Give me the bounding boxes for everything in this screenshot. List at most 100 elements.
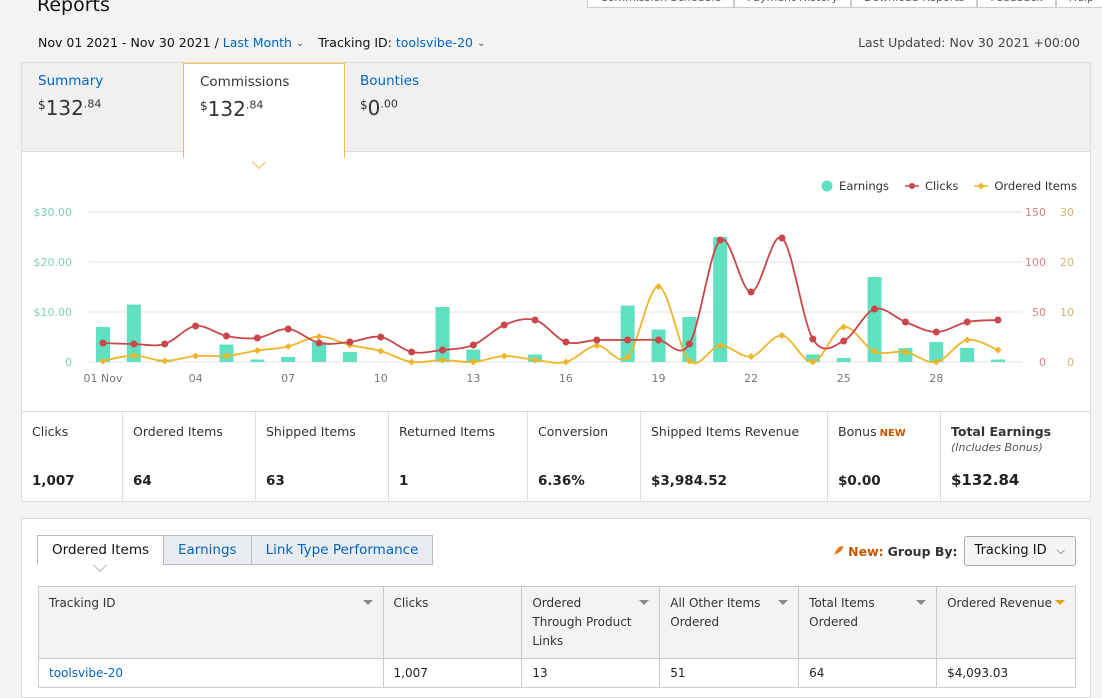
filter-row: Nov 01 2021 - Nov 30 2021 / Last Month ⌄ … xyxy=(38,35,1080,53)
clicks-point xyxy=(99,339,107,347)
payment-history-tab[interactable]: Payment History xyxy=(734,0,851,8)
stat-value: 64 xyxy=(133,473,152,489)
ordered-items-point xyxy=(963,336,971,344)
tab-earnings[interactable]: Earnings xyxy=(163,535,252,565)
clicks-point xyxy=(562,338,570,346)
commissions-tab-label: Commissions xyxy=(200,74,290,90)
ordered-items-point xyxy=(408,358,416,366)
group-by-select[interactable]: Tracking ID ⌵ xyxy=(963,536,1076,566)
clicks-point xyxy=(685,340,693,348)
page-title: Reports xyxy=(37,0,110,16)
legend-ordered-items[interactable]: Ordered Items xyxy=(974,179,1077,193)
y-right-ordered-tick-label: 30 xyxy=(1060,206,1074,219)
clicks-point xyxy=(624,336,632,344)
table-row: toolsvibe-20 1,007 13 51 64 $4,093.03 xyxy=(38,658,1076,688)
commissions-amount: $132.84 xyxy=(200,97,264,121)
stat-sublabel: (Includes Bonus) xyxy=(951,441,1043,454)
ordered-items-point xyxy=(253,347,261,354)
earnings-bar xyxy=(651,329,666,362)
x-tick-label: 07 xyxy=(281,372,295,385)
col-header-ordered-through[interactable]: Ordered Through Product Links xyxy=(521,586,661,659)
cell-ordered-revenue: $4,093.03 xyxy=(936,658,1076,688)
stat-value: $0.00 xyxy=(838,473,881,489)
clicks-point xyxy=(469,341,477,349)
tracking-id-dropdown[interactable]: toolsvibe-20 ⌄ xyxy=(396,35,485,50)
stat-value: $132.84 xyxy=(951,471,1020,489)
clicks-legend-marker xyxy=(904,183,919,189)
tab-bounties[interactable]: Bounties $0.00 xyxy=(344,63,505,152)
stat-label: Clicks xyxy=(32,424,69,439)
x-tick-label: 01 Nov xyxy=(84,372,123,385)
legend-clicks[interactable]: Clicks xyxy=(904,179,959,193)
col-header-clicks[interactable]: Clicks xyxy=(382,586,523,659)
col-header-ordered-revenue[interactable]: Ordered Revenue xyxy=(936,586,1076,659)
clicks-point xyxy=(408,348,416,356)
chevron-down-icon: ⌄ xyxy=(476,38,486,49)
tab-summary[interactable]: Summary $132.84 xyxy=(22,63,183,152)
clicks-point xyxy=(593,336,601,344)
help-tab[interactable]: Help xyxy=(1055,0,1102,8)
period-label: Last Month xyxy=(222,35,292,50)
earnings-bar xyxy=(960,348,975,362)
bounties-amount: $0.00 xyxy=(360,96,398,120)
stat-value: $3,984.52 xyxy=(651,473,728,489)
chart-legend: Earnings Clicks Ordered Items xyxy=(821,179,1077,193)
tracking-label: Tracking ID: xyxy=(318,35,392,50)
x-tick-label: 04 xyxy=(189,372,203,385)
tracking-id-value: toolsvibe-20 xyxy=(395,35,473,50)
ordered-items-point xyxy=(747,353,755,360)
stats-row: Clicks 1,007 Ordered Items 64 Shipped It… xyxy=(22,411,1090,502)
stat-shipped-items: Shipped Items 63 xyxy=(256,412,389,502)
x-tick-label: 22 xyxy=(744,372,758,385)
ordered-items-point xyxy=(994,346,1002,354)
date-range: Nov 01 2021 - Nov 30 2021 xyxy=(38,35,211,50)
period-dropdown[interactable]: Last Month ⌄ xyxy=(223,35,305,50)
stat-label: Bonus NEW xyxy=(838,424,906,439)
tracking-id-link[interactable]: toolsvibe-20 xyxy=(38,658,384,688)
stat-label: Conversion xyxy=(538,424,609,439)
feedback-tab[interactable]: Feedback xyxy=(977,0,1056,8)
chevron-down-icon: ⌵ xyxy=(1056,544,1065,557)
report-table: Tracking ID Clicks Ordered Through Produ… xyxy=(38,586,1076,688)
legend-earnings[interactable]: Earnings xyxy=(821,179,889,193)
commission-schedule-tab[interactable]: Commission Schedule xyxy=(587,0,735,8)
clicks-point xyxy=(932,328,940,336)
cell-all-other: 51 xyxy=(659,658,800,688)
col-header-tracking-id[interactable]: Tracking ID xyxy=(38,586,384,659)
legend-clicks-label: Clicks xyxy=(924,179,959,193)
clicks-point xyxy=(871,305,879,313)
new-label: New: xyxy=(848,543,884,559)
stat-shipped-revenue: Shipped Items Revenue $3,984.52 xyxy=(641,412,828,502)
clicks-point xyxy=(963,318,971,326)
ordered-items-point xyxy=(778,332,786,339)
clicks-point xyxy=(253,334,261,342)
ordered-items-line xyxy=(102,285,999,365)
earnings-bar xyxy=(682,317,697,362)
download-reports-tab[interactable]: Download Reports xyxy=(850,0,978,8)
top-nav-tabs: Commission Schedule Payment History Down… xyxy=(587,0,1102,8)
stat-value: 1,007 xyxy=(32,473,75,489)
x-tick-label: 10 xyxy=(374,372,388,385)
col-header-total-items[interactable]: Total Items Ordered xyxy=(798,586,938,659)
clicks-point xyxy=(130,340,138,348)
tab-commissions[interactable]: Commissions $132.84 xyxy=(183,63,345,158)
sort-icon xyxy=(362,600,373,605)
clicks-line xyxy=(102,236,999,354)
y-right-ordered-tick-label: 10 xyxy=(1060,306,1074,319)
earnings-bar xyxy=(342,352,357,362)
clicks-point xyxy=(192,322,200,330)
clicks-point xyxy=(222,332,230,340)
tab-link-type-performance[interactable]: Link Type Performance xyxy=(250,535,434,565)
col-header-all-other[interactable]: All Other Items Ordered xyxy=(659,586,800,659)
stat-value: 63 xyxy=(266,473,285,489)
ordered-items-point xyxy=(840,323,848,331)
ordered-items-point xyxy=(315,333,323,340)
x-tick-label: 25 xyxy=(837,372,851,385)
chevron-down-icon: ⌄ xyxy=(295,38,305,49)
clicks-point xyxy=(284,325,292,333)
cell-clicks: 1,007 xyxy=(382,658,523,688)
x-tick-label: 28 xyxy=(929,372,943,385)
earnings-bar xyxy=(836,358,851,362)
chart-area: Earnings Clicks Ordered Items 0 0 0 $10.00 5… xyxy=(22,153,1092,411)
group-by-value: Tracking ID xyxy=(974,543,1047,558)
